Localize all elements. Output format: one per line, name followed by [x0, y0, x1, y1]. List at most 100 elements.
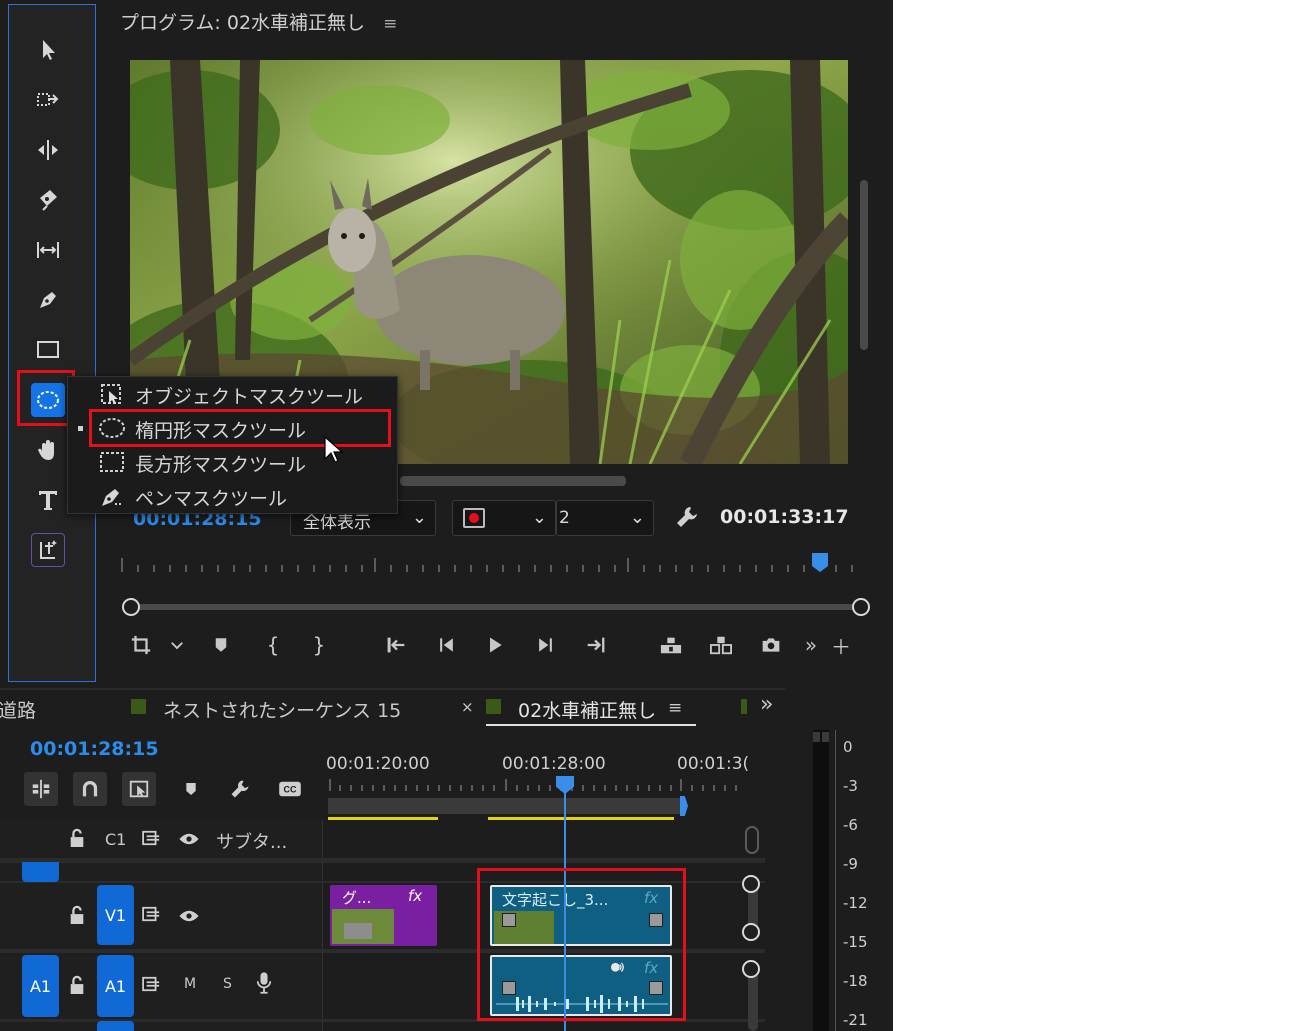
more-controls-icon[interactable]: » [794, 628, 828, 662]
ruler-label: 00:01:3( [677, 754, 750, 774]
type-tool-icon[interactable] [31, 483, 65, 517]
timeline-ruler-ticks[interactable] [326, 778, 746, 792]
menu-item-rectangle-mask[interactable]: 長方形マスクツール [68, 445, 399, 479]
audio-track-height-handle[interactable] [742, 960, 760, 978]
meter-scale-label: -6 [843, 816, 858, 834]
lock-icon[interactable] [68, 975, 88, 997]
ripple-edit-tool-icon[interactable] [31, 133, 65, 167]
razor-tool-icon[interactable] [31, 183, 65, 217]
extract-icon[interactable] [704, 628, 738, 662]
meter-scale-label: -21 [843, 1011, 868, 1029]
meter-scale-label: 0 [843, 738, 853, 756]
pen-mask-icon [102, 489, 122, 506]
mute-button[interactable]: M [184, 976, 196, 992]
close-tab-icon[interactable]: × [461, 698, 474, 716]
v1-purple-clip[interactable]: グ... fx [330, 885, 437, 946]
wrench-icon[interactable] [223, 772, 257, 806]
captions-icon[interactable]: CC [273, 772, 307, 806]
tab-active-sequence[interactable]: 02水車補正無し [518, 696, 656, 723]
eye-icon[interactable] [178, 908, 202, 924]
track-target-stub[interactable] [22, 862, 59, 882]
hand-tool-icon[interactable] [31, 433, 65, 467]
mouse-cursor-icon [323, 435, 345, 465]
go-to-out-icon[interactable] [578, 628, 612, 662]
clip-thumbnail [332, 909, 394, 944]
v1-track-target[interactable]: V1 [97, 885, 134, 945]
clip-label: グ... [342, 889, 372, 907]
object-mask-icon [101, 384, 121, 404]
step-forward-icon[interactable] [528, 628, 562, 662]
panel-menu-icon[interactable]: ≡ [668, 698, 682, 718]
generative-extend-tool-icon[interactable] [31, 533, 65, 567]
meter-scale-label: -15 [843, 933, 868, 951]
menu-item-highlight-box [89, 409, 391, 447]
record-dropdown[interactable]: ⌄ [452, 500, 556, 536]
timeline-panel: 道路 ネストされたシーケンス 15 × 02水車補正無し ≡ » 00:01:2… [0, 688, 785, 1031]
monitor-time-ruler[interactable] [120, 548, 870, 576]
track-height-handle-top[interactable] [742, 875, 760, 893]
sequence-color-swatch [741, 699, 747, 714]
insert-sequence-as-nest-icon[interactable] [24, 772, 58, 806]
monitor-vertical-scrollbar[interactable] [860, 180, 868, 350]
program-monitor: プログラム: 02水車補正無し ≡ 00:01:28:15 全体表示 ⌄ ⌄ 2… [100, 0, 893, 684]
menu-item-pen-mask[interactable]: ペンマスクツール [68, 479, 399, 513]
selection-tool-icon[interactable] [31, 33, 65, 67]
track-select-tool-icon[interactable] [31, 83, 65, 117]
work-area-end-handle[interactable] [680, 796, 688, 816]
microphone-icon[interactable] [256, 971, 274, 997]
play-icon[interactable] [478, 628, 512, 662]
pen-tool-icon[interactable] [31, 283, 65, 317]
panel-menu-icon[interactable]: ≡ [383, 14, 397, 34]
add-marker-icon[interactable] [174, 772, 208, 806]
playback-resolution-dropdown[interactable]: 2 ⌄ [556, 500, 654, 536]
a1-source-patch[interactable]: A1 [22, 955, 59, 1017]
snap-icon[interactable] [73, 772, 107, 806]
tools-panel [8, 4, 96, 682]
track-scroll-handle[interactable] [745, 826, 759, 854]
step-back-icon[interactable] [430, 628, 464, 662]
track-name-c1: C1 [105, 830, 127, 849]
a1-track-target[interactable]: A1 [97, 955, 134, 1017]
premiere-app: プログラム: 02水車補正無し ≡ 00:01:28:15 全体表示 ⌄ ⌄ 2… [0, 0, 893, 1031]
sync-lock-icon[interactable] [142, 976, 164, 994]
go-to-in-icon[interactable] [380, 628, 414, 662]
chevron-down-icon[interactable] [160, 628, 194, 662]
slip-tool-icon[interactable] [31, 233, 65, 267]
sequence-color-swatch [131, 699, 146, 714]
render-bar-yellow [328, 817, 438, 820]
active-tab-underline [486, 724, 696, 726]
mark-in-icon[interactable]: { [256, 628, 290, 662]
crop-icon[interactable] [124, 628, 158, 662]
meter-scale-label: -18 [843, 972, 868, 990]
add-button-icon[interactable]: ＋ [824, 628, 858, 662]
wrench-icon[interactable] [674, 504, 700, 530]
resolution-value: 2 [559, 508, 570, 528]
menu-item-object-mask[interactable]: オブジェクトマスクツール [68, 377, 399, 411]
work-area-bar[interactable] [328, 798, 684, 814]
chevron-down-icon: ⌄ [629, 507, 645, 528]
add-marker-icon[interactable] [204, 628, 238, 662]
lift-icon[interactable] [654, 628, 688, 662]
sync-lock-icon[interactable] [142, 830, 164, 848]
lock-icon[interactable] [68, 828, 88, 850]
timeline-timecode[interactable]: 00:01:28:15 [30, 738, 159, 760]
rectangle-tool-icon[interactable] [31, 333, 65, 367]
lock-icon[interactable] [68, 905, 88, 927]
track-target-stub[interactable] [97, 1021, 134, 1031]
mark-out-icon[interactable]: } [302, 628, 336, 662]
tab-nested-sequence[interactable]: ネストされたシーケンス 15 [163, 696, 401, 723]
track-height-handle-bottom[interactable] [742, 923, 760, 941]
sync-lock-icon[interactable] [142, 906, 164, 924]
rectangle-mask-icon [100, 452, 124, 472]
meter-scale-label: -3 [843, 777, 858, 795]
transport-controls: { } » ＋ [120, 628, 880, 662]
monitor-horizontal-scrollbar[interactable] [400, 476, 626, 486]
monitor-zoom-scrollbar[interactable] [122, 596, 870, 618]
record-icon [463, 508, 485, 528]
more-tabs-icon[interactable]: » [760, 692, 773, 717]
solo-button[interactable]: S [223, 976, 232, 992]
tab-road[interactable]: 道路 [0, 696, 36, 723]
camera-icon[interactable] [754, 628, 788, 662]
eye-icon[interactable] [178, 831, 202, 847]
linked-selection-icon[interactable] [122, 772, 156, 806]
